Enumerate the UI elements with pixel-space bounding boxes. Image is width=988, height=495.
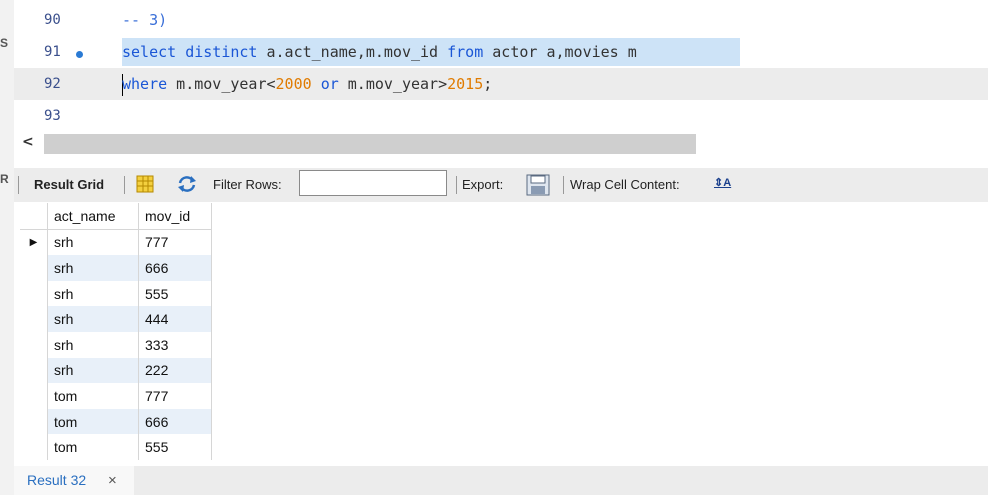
line-number: 92 [44,76,61,92]
code-token: select distinct [122,43,258,61]
export-icon[interactable] [526,174,550,199]
filter-rows-input[interactable] [299,170,447,196]
act-name-cell[interactable]: srh [47,280,139,307]
act-name-cell[interactable]: tom [47,408,139,435]
line-code: select distinct a.act_name,m.mov_id from… [122,42,637,62]
mov-id-cell[interactable]: 333 [138,331,212,358]
table-row[interactable]: srh 444 [20,306,212,332]
scroll-left-button[interactable]: < [22,134,34,150]
mov-id-cell[interactable]: 222 [138,357,212,384]
table-row[interactable]: tom 666 [20,408,212,435]
left-panel-edge: S R [0,0,14,495]
wrap-cell-toggle-icon[interactable]: ⇕A [714,176,731,189]
result-toolbar: Result Grid Filter Rows: Export: Wrap Ce… [14,168,988,202]
row-header [20,280,48,307]
row-header [20,331,48,358]
code-token: -- 3) [122,11,168,29]
table-row[interactable]: ▶ srh 777 [20,229,212,256]
table-row[interactable]: srh 222 [20,357,212,384]
row-header-corner [20,203,48,230]
row-header [20,408,48,435]
table-row[interactable]: srh 555 [20,280,212,307]
result-grid-button[interactable]: Result Grid [34,177,104,192]
line-number: 90 [44,12,61,28]
row-header [20,255,48,281]
row-header [20,357,48,384]
divider [124,176,125,194]
mov-id-cell[interactable]: 666 [138,408,212,435]
tab-label: Result 32 [27,472,87,488]
line-number: 93 [44,108,61,124]
code-token: ; [483,75,493,93]
wrap-cell-content-label: Wrap Cell Content: [570,177,680,192]
row-header [20,383,48,409]
statement-marker-icon [76,51,83,58]
code-token: where [122,75,168,93]
sidebar-glyph: S [0,36,9,50]
code-token: m.mov_year< [167,75,276,93]
mov-id-cell[interactable]: 444 [138,306,212,332]
close-icon[interactable]: × [108,472,117,489]
act-name-cell[interactable]: srh [47,357,139,384]
tab-result-32[interactable]: Result 32 × [14,466,134,495]
refresh-icon[interactable] [176,175,198,196]
filter-rows-label: Filter Rows: [213,177,282,192]
mov-id-cell[interactable]: 777 [138,229,212,256]
line-code: where m.mov_year<2000 or m.mov_year>2015… [122,74,492,94]
column-header-mov-id[interactable]: mov_id [138,203,212,230]
table-row[interactable]: tom 555 [20,434,212,460]
row-header [20,434,48,460]
result-tab-bar: Result 32 × [14,466,988,495]
code-token: actor a,movies m [483,43,637,61]
editor-line[interactable]: 92 where m.mov_year<2000 or m.mov_year>2… [14,74,988,106]
row-header [20,306,48,332]
horizontal-scrollbar[interactable]: < [14,132,988,156]
code-token: a.act_name,m.mov_id [257,43,448,61]
code-token: from [447,43,484,61]
export-label: Export: [462,177,504,192]
code-token: 2000 [275,75,312,93]
editor-line[interactable]: 90 -- 3) [14,10,988,42]
scrollbar-thumb[interactable] [44,134,696,154]
line-code: -- 3) [122,10,167,30]
sql-editor[interactable]: 90 -- 3) 91 select distinct a.act_name,m… [14,0,988,132]
mov-id-cell[interactable]: 555 [138,434,212,460]
mov-id-cell[interactable]: 666 [138,255,212,281]
table-row[interactable]: srh 666 [20,255,212,281]
mov-id-cell[interactable]: 777 [138,383,212,409]
code-token: or [320,75,339,93]
mov-id-cell[interactable]: 555 [138,280,212,307]
editor-line[interactable]: 91 select distinct a.act_name,m.mov_id f… [14,42,988,74]
act-name-cell[interactable]: tom [47,434,139,460]
column-header-act-name[interactable]: act_name [47,203,139,230]
act-name-cell[interactable]: srh [47,229,139,256]
current-row-arrow-icon: ▶ [20,229,48,256]
code-token: 2015 [447,75,484,93]
table-row[interactable]: tom 777 [20,383,212,409]
result-grid: act_name mov_id ▶ srh 777 srh 666 srh 55… [20,203,212,460]
grid-view-icon[interactable] [136,175,154,196]
act-name-cell[interactable]: tom [47,383,139,409]
sidebar-glyph: R [0,172,9,186]
code-token: m.mov_year> [338,75,448,93]
act-name-cell[interactable]: srh [47,306,139,332]
act-name-cell[interactable]: srh [47,331,139,358]
act-name-cell[interactable]: srh [47,255,139,281]
table-row[interactable]: srh 333 [20,331,212,358]
divider [456,176,457,194]
divider [563,176,564,194]
divider [18,176,19,194]
